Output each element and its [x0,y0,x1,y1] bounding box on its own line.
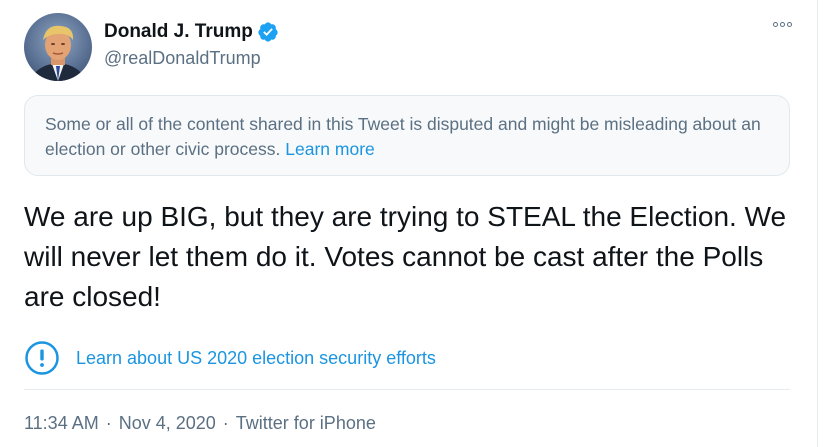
more-dot [773,22,778,27]
divider [24,389,790,390]
learn-more-link[interactable]: Learn more [285,139,375,159]
author-names: Donald J. Trump @realDonaldTrump [104,21,279,69]
disputed-notice-text: Some or all of the content shared in thi… [45,114,761,159]
handle[interactable]: @realDonaldTrump [104,48,279,69]
exclamation-circle-icon [24,340,60,376]
tweet-card: Donald J. Trump @realDonaldTrump Some or… [0,0,828,447]
meta-separator: · [105,413,112,433]
election-security-label: Learn about US 2020 election security ef… [76,347,436,368]
avatar[interactable] [24,13,92,81]
card-border [817,0,818,447]
verified-badge-icon [257,21,279,43]
tweet-header: Donald J. Trump @realDonaldTrump [24,13,279,81]
election-security-link[interactable]: Learn about US 2020 election security ef… [24,340,436,376]
more-options-icon[interactable] [773,22,792,27]
display-name[interactable]: Donald J. Trump [104,21,253,43]
tweet-source[interactable]: Twitter for iPhone [236,413,376,434]
tweet-text: We are up BIG, but they are trying to ST… [24,201,787,312]
disputed-notice: Some or all of the content shared in thi… [24,95,790,176]
more-dot [780,22,785,27]
more-dot [787,22,792,27]
meta-separator: · [222,413,229,433]
tweet-time[interactable]: 11:34 AM [24,413,99,434]
profile-photo-icon [24,13,92,81]
tweet-meta: 11:34 AM · Nov 4, 2020 · Twitter for iPh… [24,413,376,434]
tweet-date[interactable]: Nov 4, 2020 [119,413,216,434]
display-name-row: Donald J. Trump [104,21,279,43]
